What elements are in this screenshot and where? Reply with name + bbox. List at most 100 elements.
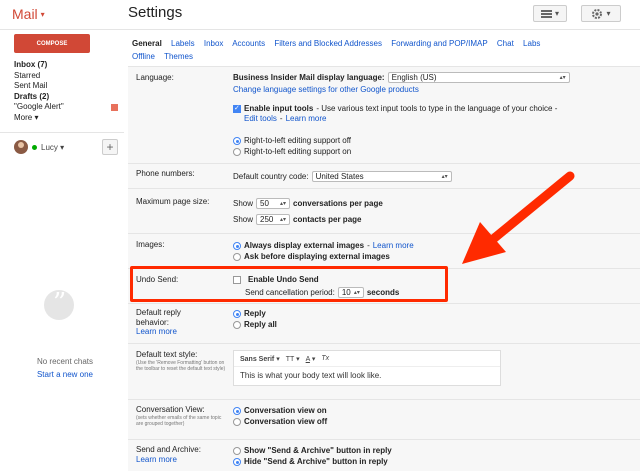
tab-labs[interactable]: Labs bbox=[523, 39, 540, 48]
rtl-off-option[interactable]: Right-to-left editing support off bbox=[233, 136, 351, 146]
reply-all-radio[interactable] bbox=[233, 321, 241, 329]
chevron-down-icon: ▾ bbox=[606, 9, 611, 18]
sidebar-item-google-alert[interactable]: "Google Alert" bbox=[14, 102, 118, 113]
text-style-label: Default text style: bbox=[136, 350, 198, 359]
row-label: Images: bbox=[136, 240, 165, 249]
row-label: Conversation View: (sets whether emails … bbox=[136, 405, 226, 427]
conversation-view-off-radio[interactable] bbox=[233, 418, 241, 426]
sidebar-item-drafts[interactable]: Drafts (2) bbox=[14, 92, 118, 103]
always-display-images-radio[interactable] bbox=[233, 242, 241, 250]
tab-inbox[interactable]: Inbox bbox=[204, 39, 224, 48]
row-label: Maximum page size: bbox=[136, 197, 210, 206]
ask-before-images-radio[interactable] bbox=[233, 253, 241, 261]
send-archive-label: Send and Archive: bbox=[136, 445, 201, 454]
tab-chat[interactable]: Chat bbox=[497, 39, 514, 48]
start-new-chat-link: Start a new one bbox=[0, 370, 130, 379]
row-label: Send and Archive: Learn more bbox=[136, 445, 201, 464]
edit-tools-link[interactable]: Edit tools bbox=[244, 114, 277, 124]
sidebar-item-sent-mail[interactable]: Sent Mail bbox=[14, 81, 118, 92]
contacts-per-page-select[interactable]: 250 ▴▾ bbox=[256, 214, 291, 225]
tab-filters[interactable]: Filters and Blocked Addresses bbox=[274, 39, 382, 48]
input-tools-checkbox[interactable] bbox=[233, 104, 241, 114]
font-size-button[interactable]: TT ▾ bbox=[286, 355, 300, 363]
add-contact-button[interactable]: + bbox=[102, 139, 118, 155]
select-arrows-icon: ▴▾ bbox=[279, 216, 287, 223]
learn-more-link[interactable]: Learn more bbox=[373, 241, 414, 251]
show-send-archive-option[interactable]: Show "Send & Archive" button in reply bbox=[233, 446, 392, 456]
select-value: United States bbox=[315, 171, 364, 181]
contacts-suffix: contacts per page bbox=[293, 214, 362, 224]
language-row: Language: Business Insider Mail display … bbox=[128, 66, 640, 163]
settings-gear-button[interactable]: ▾ bbox=[581, 5, 621, 22]
reply-all-option[interactable]: Reply all bbox=[233, 320, 277, 330]
density-icon bbox=[540, 9, 552, 18]
text-style-sub: (Use the 'Remove Formatting' button on t… bbox=[136, 359, 226, 372]
show-send-archive-radio[interactable] bbox=[233, 447, 241, 455]
row-label: Default text style: (Use the 'Remove For… bbox=[136, 350, 226, 372]
mail-menu[interactable]: Mail ▾ bbox=[12, 6, 45, 22]
learn-more-link[interactable]: Learn more bbox=[136, 327, 177, 336]
change-language-link-row: Change language settings for other Googl… bbox=[233, 85, 419, 95]
reply-label: Default reply behavior: bbox=[136, 308, 181, 327]
reply-row: Default reply behavior: Learn more Reply… bbox=[128, 303, 640, 343]
rtl-off-radio[interactable] bbox=[233, 137, 241, 145]
hide-send-archive-option[interactable]: Hide "Send & Archive" button in reply bbox=[233, 457, 388, 467]
conversations-per-page-setting: Show 50 ▴▾ conversations per page bbox=[233, 198, 383, 209]
remove-formatting-icon[interactable]: Tx bbox=[321, 355, 329, 362]
avatar[interactable] bbox=[14, 140, 28, 154]
hide-send-archive-radio[interactable] bbox=[233, 458, 241, 466]
conversation-view-off-option[interactable]: Conversation view off bbox=[233, 417, 327, 427]
start-new-link[interactable]: Start a new one bbox=[37, 370, 93, 379]
sidebar-item-more[interactable]: More ▾ bbox=[14, 113, 118, 124]
chevron-down-icon: ▾ bbox=[554, 9, 559, 18]
always-display-images-option[interactable]: Always display external images - Learn m… bbox=[233, 241, 414, 251]
reply-option[interactable]: Reply bbox=[233, 309, 266, 319]
rtl-on-radio[interactable] bbox=[233, 148, 241, 156]
display-language-select[interactable]: English (US) ▴▾ bbox=[387, 72, 570, 83]
contacts-per-page-setting: Show 250 ▴▾ contacts per page bbox=[233, 214, 361, 225]
reply-all-option-label: Reply all bbox=[244, 320, 277, 329]
show-send-archive-label: Show "Send & Archive" button in reply bbox=[244, 446, 392, 455]
row-label: Default reply behavior: Learn more bbox=[136, 308, 216, 337]
input-tools-label: Enable input tools bbox=[244, 104, 314, 113]
learn-more-link[interactable]: Learn more bbox=[136, 455, 177, 464]
select-value: English (US) bbox=[391, 72, 437, 82]
rtl-off-label: Right-to-left editing support off bbox=[244, 136, 352, 145]
select-arrows-icon: ▴▾ bbox=[559, 74, 566, 81]
conversation-view-on-radio[interactable] bbox=[233, 407, 241, 415]
learn-more-link[interactable]: Learn more bbox=[286, 114, 327, 124]
reply-radio[interactable] bbox=[233, 310, 241, 318]
tab-themes[interactable]: Themes bbox=[164, 52, 193, 61]
tab-forwarding[interactable]: Forwarding and POP/IMAP bbox=[391, 39, 487, 48]
chat-user-row: Lucy ▾ + bbox=[14, 138, 118, 156]
tab-offline[interactable]: Offline bbox=[132, 52, 155, 61]
hangouts-icon bbox=[44, 288, 74, 320]
sidebar-item-starred[interactable]: Starred bbox=[14, 71, 118, 82]
tab-labels[interactable]: Labels bbox=[171, 39, 195, 48]
input-tools-setting: Enable input tools - Use various text in… bbox=[233, 104, 557, 114]
user-name-menu[interactable]: Lucy ▾ bbox=[41, 143, 64, 152]
conversation-view-row: Conversation View: (sets whether emails … bbox=[128, 399, 640, 439]
sidebar-item-inbox[interactable]: Inbox (7) bbox=[14, 60, 118, 71]
input-tools-desc: - Use various text input tools to type i… bbox=[316, 104, 558, 113]
select-value: 50 bbox=[260, 198, 269, 208]
text-color-icon: A bbox=[305, 355, 310, 363]
country-code-select[interactable]: United States ▴▾ bbox=[311, 171, 452, 182]
display-density-button[interactable]: ▾ bbox=[533, 5, 567, 22]
rtl-on-option[interactable]: Right-to-left editing support on bbox=[233, 147, 351, 157]
conversations-per-page-select[interactable]: 50 ▴▾ bbox=[256, 198, 291, 209]
formatting-toolbar: Sans Serif ▾ TT ▾ A ▾ Tx bbox=[234, 351, 500, 367]
tab-accounts[interactable]: Accounts bbox=[232, 39, 265, 48]
font-family-select[interactable]: Sans Serif ▾ bbox=[240, 355, 280, 363]
tab-general[interactable]: General bbox=[132, 39, 162, 48]
reply-option-label: Reply bbox=[244, 309, 266, 318]
undo-send-highlight-box bbox=[130, 266, 448, 302]
change-language-link[interactable]: Change language settings for other Googl… bbox=[233, 85, 419, 95]
conversation-view-on-label: Conversation view on bbox=[244, 406, 327, 415]
text-color-button[interactable]: A ▾ bbox=[306, 355, 316, 363]
conversation-view-off-label: Conversation view off bbox=[244, 417, 328, 426]
compose-button[interactable]: COMPOSE bbox=[14, 34, 90, 53]
conversation-view-on-option[interactable]: Conversation view on bbox=[233, 406, 327, 416]
row-label: Language: bbox=[136, 73, 174, 82]
ask-before-images-option[interactable]: Ask before displaying external images bbox=[233, 252, 390, 262]
